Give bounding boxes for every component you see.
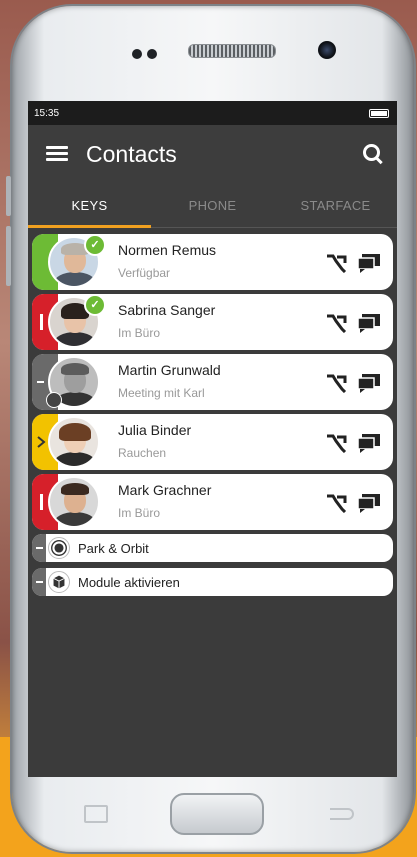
avatar xyxy=(48,476,100,528)
contact-card-julia-binder[interactable]: Julia Binder Rauchen xyxy=(32,414,393,470)
phone-device: 15:35 Contacts KEYS PHONE STARFACE ✓ Nor… xyxy=(6,6,414,852)
status-time: 15:35 xyxy=(34,107,60,119)
chat-icon[interactable] xyxy=(357,373,381,393)
volume-button xyxy=(6,176,11,216)
contact-name: Martin Grunwald xyxy=(118,362,221,378)
avatar xyxy=(46,356,100,408)
contact-name: Julia Binder xyxy=(118,422,192,438)
contact-status: Rauchen xyxy=(118,446,167,460)
chat-icon[interactable] xyxy=(357,493,381,513)
contact-status: Meeting mit Karl xyxy=(118,386,205,400)
home-button[interactable] xyxy=(170,793,264,835)
call-forward-icon[interactable] xyxy=(325,313,347,333)
tab-starface[interactable]: STARFACE xyxy=(274,183,397,227)
phone-top-bezel xyxy=(12,6,414,101)
call-forward-icon[interactable] xyxy=(325,373,347,393)
avatar: ✓ xyxy=(48,294,106,348)
avatar: ✓ xyxy=(48,234,106,288)
park-orbit-icon xyxy=(48,537,70,559)
chat-icon[interactable] xyxy=(357,433,381,453)
back-icon[interactable] xyxy=(330,808,354,820)
contact-card-martin-grunwald[interactable]: Martin Grunwald Meeting mit Karl xyxy=(32,354,393,410)
tab-bar: KEYS PHONE STARFACE xyxy=(28,183,397,228)
search-icon[interactable] xyxy=(363,144,383,165)
module-park-orbit[interactable]: Park & Orbit xyxy=(32,534,393,562)
recent-apps-icon[interactable] xyxy=(84,805,108,823)
contact-card-normen-remus[interactable]: ✓ Normen Remus Verfügbar xyxy=(32,234,393,290)
battery-icon xyxy=(369,108,389,118)
volume-button xyxy=(6,226,11,286)
call-forward-icon[interactable] xyxy=(325,493,347,513)
menu-icon[interactable] xyxy=(46,146,68,162)
front-camera-icon xyxy=(318,41,336,59)
app-bar: Contacts xyxy=(28,125,397,183)
available-check-icon: ✓ xyxy=(84,234,106,256)
contact-list: ✓ Normen Remus Verfügbar ✓ Sabrina Sange… xyxy=(28,228,397,596)
earpiece-speaker xyxy=(188,44,276,58)
module-label: Park & Orbit xyxy=(78,540,149,556)
contact-status: Verfügbar xyxy=(118,266,171,280)
available-check-icon: ✓ xyxy=(84,294,106,316)
status-bar: 15:35 xyxy=(28,101,397,125)
module-stripe xyxy=(32,534,46,562)
avatar xyxy=(48,416,100,468)
contact-card-mark-grachner[interactable]: Mark Grachner Im Büro xyxy=(32,474,393,530)
meeting-badge-icon xyxy=(46,392,62,408)
cube-icon xyxy=(48,571,70,593)
call-forward-icon[interactable] xyxy=(325,253,347,273)
module-activate[interactable]: Module aktivieren xyxy=(32,568,393,596)
contact-name: Sabrina Sanger xyxy=(118,302,216,318)
chat-icon[interactable] xyxy=(357,253,381,273)
tab-keys[interactable]: KEYS xyxy=(28,183,151,228)
module-label: Module aktivieren xyxy=(78,574,180,590)
contact-name: Mark Grachner xyxy=(118,482,212,498)
tab-phone[interactable]: PHONE xyxy=(151,183,274,227)
module-stripe xyxy=(32,568,46,596)
contact-name: Normen Remus xyxy=(118,242,217,258)
sensor-dots xyxy=(132,46,162,64)
contact-status: Im Büro xyxy=(118,506,161,520)
page-title: Contacts xyxy=(86,140,177,167)
contact-card-sabrina-sanger[interactable]: ✓ Sabrina Sanger Im Büro xyxy=(32,294,393,350)
contact-status: Im Büro xyxy=(118,326,161,340)
call-forward-icon[interactable] xyxy=(325,433,347,453)
chat-icon[interactable] xyxy=(357,313,381,333)
app-screen: 15:35 Contacts KEYS PHONE STARFACE ✓ Nor… xyxy=(28,101,397,777)
